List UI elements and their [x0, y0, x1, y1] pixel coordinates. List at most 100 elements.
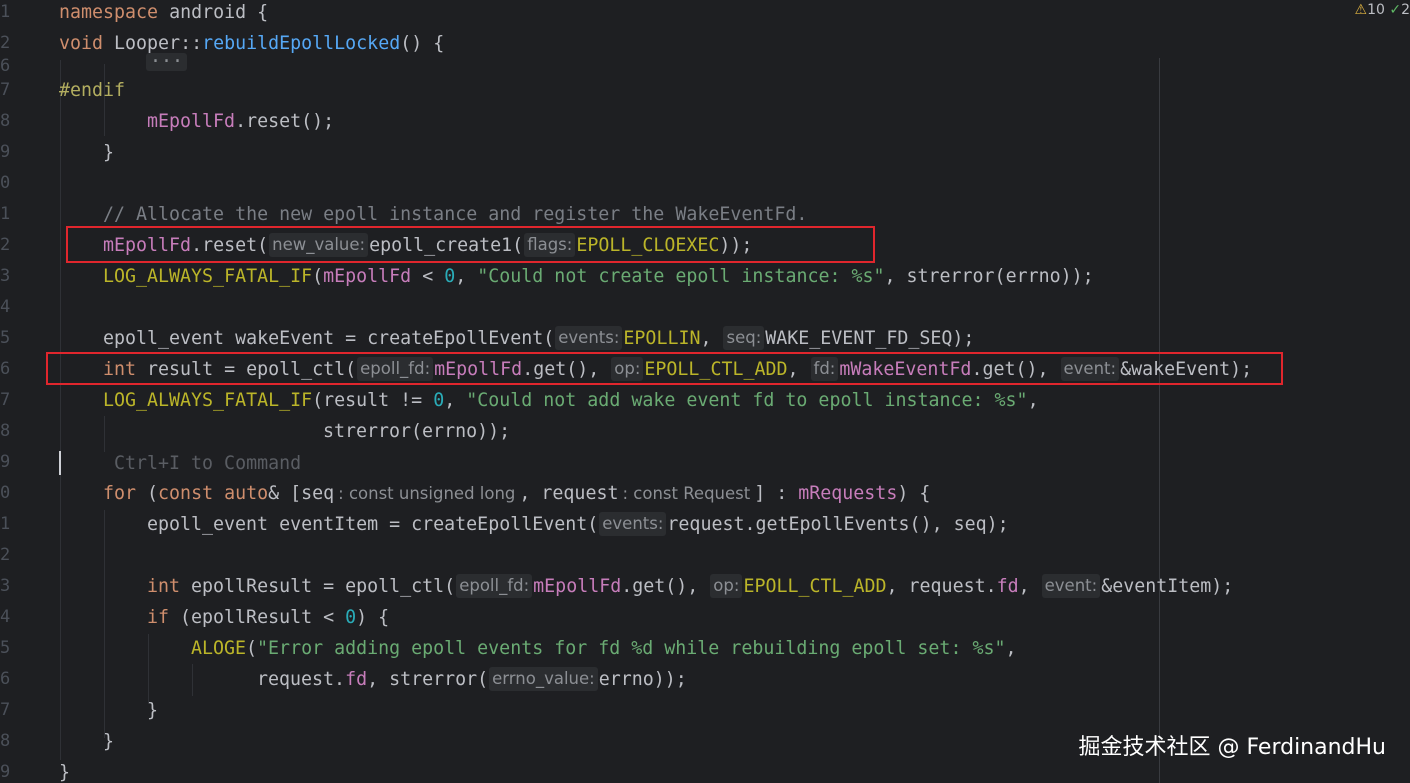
code-text: & [seq — [268, 483, 335, 504]
code-line[interactable]: } — [147, 695, 158, 726]
function-name: rebuildEpollLocked — [202, 33, 401, 54]
line-number: 8 — [0, 731, 11, 751]
line-number: 4 — [0, 297, 11, 317]
code-line[interactable]: } — [59, 757, 70, 783]
line-number: 2 — [0, 545, 11, 565]
code-line[interactable]: ALOGE("Error adding epoll events for fd … — [191, 633, 1017, 664]
code-editor[interactable]: ⚠10 ✓2 1 2 6 7 8 9 0 1 2 3 4 5 6 7 8 9 0… — [0, 0, 1410, 783]
code-line[interactable]: #endif — [59, 75, 125, 106]
parameter-hint: epoll_fd: — [456, 574, 533, 598]
member-variable: mEpollFd — [323, 266, 412, 287]
watermark: 掘金技术社区 @ FerdinandHu — [1078, 735, 1386, 760]
code-text: ( — [312, 266, 324, 287]
line-number: 2 — [0, 33, 11, 53]
code-text: < — [411, 266, 445, 287]
member-variable: fd — [345, 669, 368, 690]
code-text: request.getEpollEvents(), seq); — [667, 514, 1009, 535]
code-line[interactable]: LOG_ALWAYS_FATAL_IF(mEpollFd < 0, "Could… — [103, 261, 1094, 292]
code-line[interactable]: mEpollFd.reset(); — [147, 106, 334, 137]
parameter-hint: op: — [710, 574, 743, 598]
code-text: , strerror(errno)); — [884, 266, 1094, 287]
code-text: WAKE_EVENT_FD_SEQ); — [765, 328, 975, 349]
highlight-box — [66, 226, 875, 263]
code-text: ) { — [897, 483, 931, 504]
macro: EPOLL_CTL_ADD — [743, 576, 887, 597]
fold-ellipsis[interactable]: ··· — [146, 52, 188, 71]
line-number: 0 — [0, 173, 11, 193]
code-text: epoll_event wakeEvent = createEpollEvent… — [103, 328, 555, 349]
string-literal: "Could not add wake event fd to epoll in… — [466, 390, 1028, 411]
member-variable: mEpollFd — [533, 576, 622, 597]
code-text: epollResult = epoll_ctl( — [180, 576, 456, 597]
inspection-status[interactable]: ⚠10 ✓2 — [1355, 2, 1410, 18]
code-line[interactable]: namespace android { — [59, 0, 268, 28]
code-text: ) { — [356, 607, 390, 628]
ok-count: 2 — [1401, 2, 1410, 18]
code-text: , request — [519, 483, 619, 504]
macro: EPOLLIN — [623, 328, 701, 349]
code-text: } — [147, 700, 159, 721]
folded-region[interactable]: ··· — [146, 52, 188, 83]
indent-guide — [148, 634, 149, 704]
type-hint: : const Request — [622, 484, 751, 503]
code-line[interactable]: for (const auto& [seq: const unsigned lo… — [103, 478, 930, 509]
parameter-hint: events: — [599, 512, 667, 536]
line-number: 9 — [0, 452, 11, 472]
checkmark-icon: ✓ — [1389, 2, 1402, 18]
code-line[interactable]: int epollResult = epoll_ctl(epoll_fd: mEp… — [147, 571, 1233, 602]
keyword: for — [103, 483, 137, 504]
code-text: , request. — [886, 576, 997, 597]
code-line[interactable]: request.fd, strerror(errno_value: errno))… — [257, 664, 687, 695]
code-text: , — [455, 266, 478, 287]
code-text: ] : — [754, 483, 799, 504]
member-variable: mRequests — [798, 483, 898, 504]
line-number: 0 — [0, 483, 11, 503]
code-text: } — [103, 731, 115, 752]
indent-guide — [104, 416, 105, 452]
member-variable: mEpollFd — [147, 111, 236, 132]
line-number: 6 — [0, 359, 11, 379]
macro: ALOGE — [191, 638, 247, 659]
preprocessor-directive: #endif — [59, 80, 126, 101]
member-variable: fd — [996, 576, 1019, 597]
line-number: 9 — [0, 762, 11, 782]
code-line[interactable]: } — [103, 726, 114, 757]
indent-guide — [104, 510, 105, 738]
code-line[interactable]: void Looper::rebuildEpollLocked() { — [59, 28, 444, 59]
code-text: () { — [400, 33, 445, 54]
macro: LOG_ALWAYS_FATAL_IF — [103, 390, 313, 411]
code-line[interactable]: epoll_event eventItem = createEpollEvent… — [147, 509, 1009, 540]
parameter-hint: errno_value: — [489, 667, 598, 691]
code-text: epoll_event eventItem = createEpollEvent… — [147, 514, 599, 535]
code-text: .get(), — [621, 576, 710, 597]
code-line[interactable]: epoll_event wakeEvent = createEpollEvent… — [103, 323, 974, 354]
code-text: , — [1027, 390, 1039, 411]
line-number: 1 — [0, 204, 11, 224]
code-line[interactable]: LOG_ALWAYS_FATAL_IF(result != 0, "Could … — [103, 385, 1039, 416]
keyword: int — [147, 576, 181, 597]
code-text: &eventItem); — [1101, 576, 1234, 597]
line-number: 5 — [0, 638, 11, 658]
string-literal: "Could not create epoll instance: %s" — [477, 266, 885, 287]
code-text: , — [1018, 576, 1041, 597]
warning-count: 10 — [1367, 2, 1385, 18]
parameter-hint: event: — [1041, 574, 1101, 598]
right-margin-guide — [1159, 58, 1160, 783]
keyword: void — [59, 33, 104, 54]
code-text: (result != — [312, 390, 434, 411]
code-line[interactable]: if (epollResult < 0) { — [147, 602, 389, 633]
code-line[interactable]: } — [103, 137, 114, 168]
macro: LOG_ALWAYS_FATAL_IF — [103, 266, 313, 287]
number-literal: 0 — [444, 266, 456, 287]
indent-guide — [192, 664, 193, 696]
number-literal: 0 — [345, 607, 357, 628]
code-text: (epollResult < — [169, 607, 346, 628]
line-number: 1 — [0, 2, 11, 22]
indent-guide — [60, 60, 61, 760]
line-number: 6 — [0, 669, 11, 689]
code-line[interactable]: strerror(errno)); — [323, 416, 510, 447]
line-number: 7 — [0, 80, 11, 100]
comment: // Allocate the new epoll instance and r… — [103, 204, 808, 225]
code-text: , strerror( — [367, 669, 489, 690]
keyword: const auto — [158, 483, 269, 504]
